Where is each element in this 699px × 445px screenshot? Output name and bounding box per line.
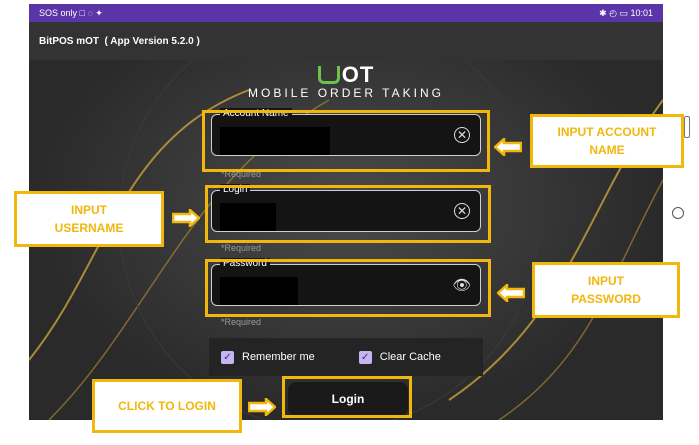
callout-account-name: INPUT ACCOUNT NAME bbox=[530, 114, 684, 168]
page: SOS only □ ◌ ✦ ✱ ◴ ▭ 10:01 BitPOS mOT ( … bbox=[0, 0, 699, 445]
device-edge bbox=[667, 0, 699, 445]
logo-shape-icon bbox=[317, 66, 340, 84]
remember-me-checkbox[interactable]: ✓ Remember me bbox=[221, 350, 315, 364]
callout-password-line1: INPUT bbox=[588, 274, 624, 288]
highlight-login-button bbox=[282, 376, 412, 418]
checkbox-checked-icon: ✓ bbox=[358, 350, 372, 364]
callout-password: INPUT PASSWORD bbox=[532, 262, 680, 318]
status-left: SOS only □ ◌ ✦ bbox=[39, 7, 103, 18]
highlight-account-name bbox=[202, 110, 490, 172]
arrow-right-icon bbox=[172, 209, 200, 227]
app-title: BitPOS mOT ( App Version 5.2.0 ) bbox=[39, 35, 200, 47]
arrow-left-icon bbox=[497, 284, 525, 302]
logo-text: OT bbox=[341, 62, 375, 87]
arrow-right-icon bbox=[248, 398, 276, 416]
logo-mark: OT bbox=[29, 62, 663, 88]
logo-subtitle: MOBILE ORDER TAKING bbox=[248, 86, 444, 100]
status-bar: SOS only □ ◌ ✦ ✱ ◴ ▭ 10:01 bbox=[29, 4, 663, 22]
login-required: *Required bbox=[221, 243, 262, 253]
status-right: ✱ ◴ ▭ 10:01 bbox=[599, 7, 653, 18]
remember-me-label: Remember me bbox=[242, 351, 315, 363]
clear-cache-checkbox[interactable]: ✓ Clear Cache bbox=[358, 350, 441, 364]
callout-username: INPUT USERNAME bbox=[14, 191, 164, 247]
password-required: *Required bbox=[221, 317, 262, 327]
home-button-icon[interactable] bbox=[672, 207, 684, 219]
side-handle-icon bbox=[684, 116, 690, 138]
callout-click-login: CLICK TO LOGIN bbox=[92, 379, 242, 433]
options-row: ✓ Remember me ✓ Clear Cache bbox=[209, 338, 483, 376]
callout-username-line2: USERNAME bbox=[54, 221, 124, 235]
app-bar: BitPOS mOT ( App Version 5.2.0 ) bbox=[29, 22, 663, 60]
highlight-login bbox=[205, 185, 491, 243]
checkbox-checked-icon: ✓ bbox=[221, 350, 234, 364]
callout-password-line2: PASSWORD bbox=[571, 292, 641, 306]
callout-account-name-text: INPUT ACCOUNT NAME bbox=[557, 125, 657, 157]
clear-cache-label: Clear Cache bbox=[379, 351, 441, 363]
highlight-password bbox=[205, 259, 491, 317]
callout-click-login-text: CLICK TO LOGIN bbox=[118, 399, 216, 413]
arrow-left-icon bbox=[494, 138, 522, 156]
callout-username-line1: INPUT bbox=[71, 203, 107, 217]
app-logo: OT MOBILE ORDER TAKING bbox=[29, 62, 663, 100]
